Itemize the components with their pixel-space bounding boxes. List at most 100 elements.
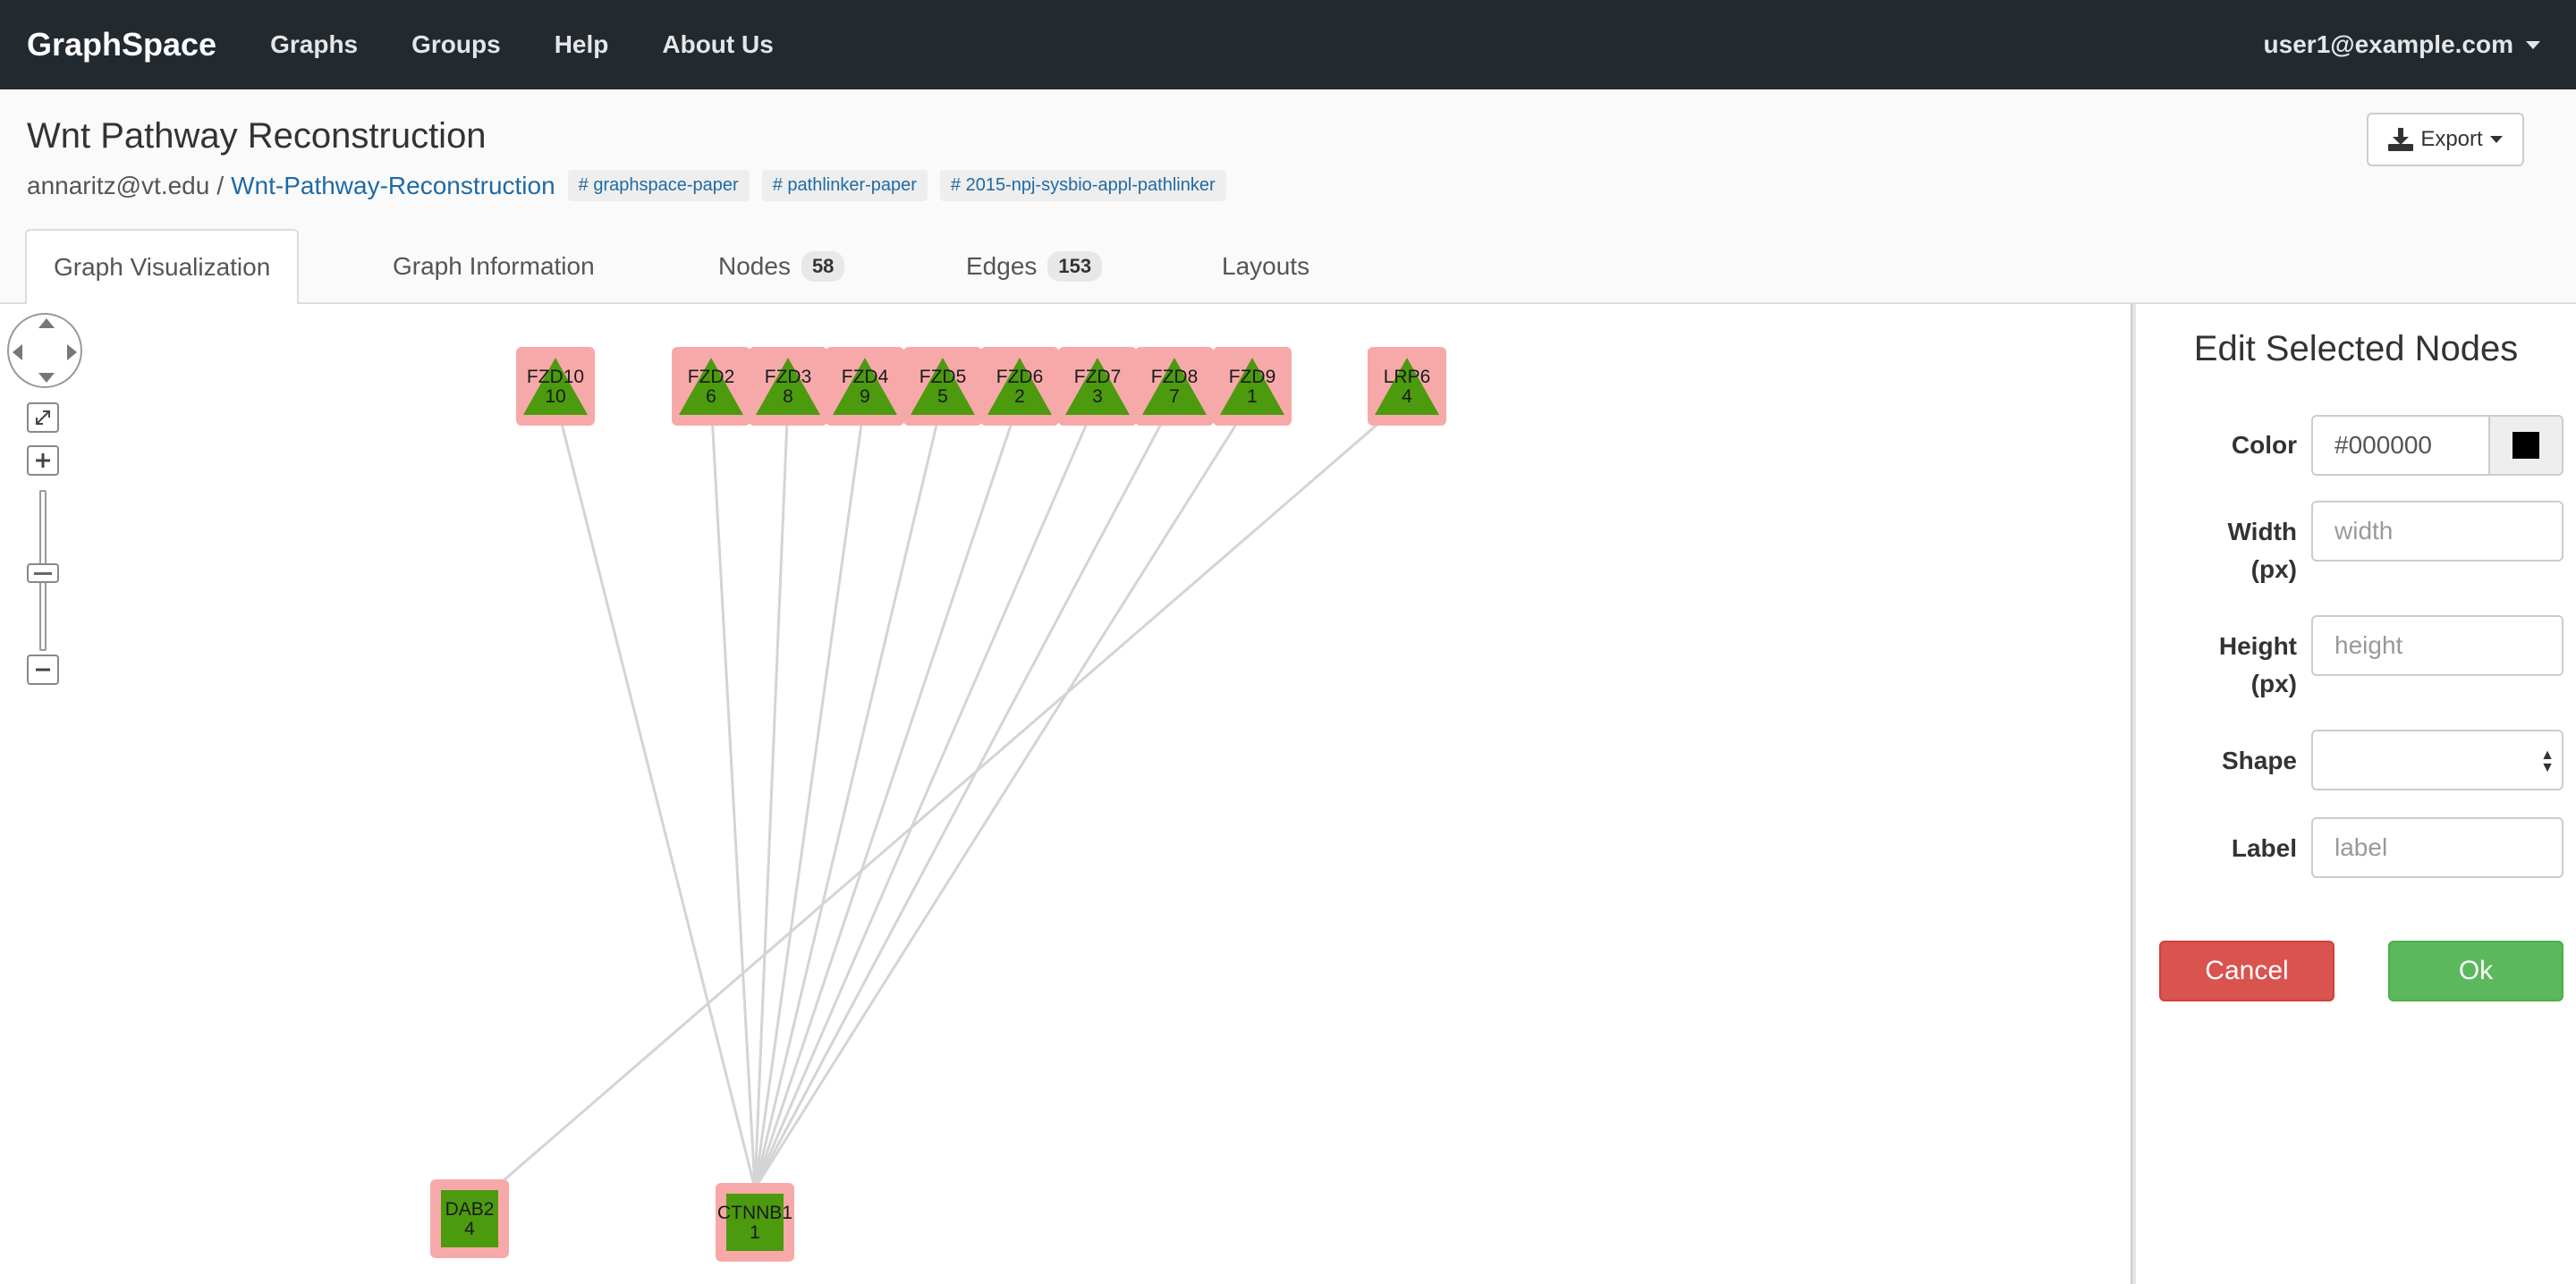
edit-selected-nodes-panel: Edit Selected Nodes Color #000000 Width … [2136, 304, 2576, 1284]
graph-edge[interactable] [554, 398, 757, 1189]
nav-graphs[interactable]: Graphs [270, 30, 358, 59]
color-input[interactable]: #000000 [2311, 415, 2563, 476]
graph-node-lrp6[interactable]: LRP64 [1368, 347, 1446, 426]
tag-graphspace-paper[interactable]: # graphspace-paper [567, 170, 750, 201]
tab-graph-information[interactable]: Graph Information [393, 229, 595, 304]
pan-down-icon[interactable] [38, 373, 55, 383]
graph-node-fzd4[interactable]: FZD49 [826, 347, 904, 426]
tab-label: Graph Visualization [54, 253, 271, 281]
edges-count-badge: 153 [1047, 251, 1103, 282]
graph-edge[interactable] [753, 398, 1254, 1189]
graph-edge[interactable] [753, 398, 1176, 1189]
graph-node-fzd3[interactable]: FZD38 [749, 347, 827, 426]
width-input[interactable] [2311, 501, 2563, 562]
fit-button[interactable] [27, 402, 59, 433]
zoom-in-button[interactable] [27, 445, 59, 476]
color-value: #000000 [2334, 431, 2433, 459]
tab-layouts[interactable]: Layouts [1222, 229, 1309, 304]
height-input[interactable] [2311, 615, 2563, 676]
page-title: Wnt Pathway Reconstruction [27, 116, 487, 156]
tab-nodes[interactable]: Nodes 58 [718, 229, 845, 304]
graph-node-fzd8[interactable]: FZD87 [1135, 347, 1214, 426]
top-navbar: GraphSpace Graphs Groups Help About Us u… [0, 0, 2576, 89]
graph-drawing[interactable]: FZD1010FZD26FZD38FZD49FZD55FZD62FZD73FZD… [0, 304, 2131, 1284]
export-label: Export [2420, 127, 2483, 151]
node-rank: 5 [937, 386, 948, 407]
graph-node-fzd10[interactable]: FZD1010 [516, 347, 595, 426]
graph-node-ctnnb1[interactable]: CTNNB11 [716, 1183, 794, 1262]
node-label: FZD10 [527, 367, 584, 387]
export-button[interactable]: Export [2367, 113, 2524, 166]
node-label: FZD8 [1151, 367, 1199, 387]
edges-layer [469, 397, 1408, 1212]
panel-title: Edit Selected Nodes [2193, 329, 2519, 368]
width-label-text: Width [2227, 518, 2298, 545]
pan-right-icon[interactable] [67, 344, 77, 360]
height-label-unit: (px) [2250, 670, 2297, 697]
graph-edge[interactable] [753, 398, 1099, 1189]
color-picker-button[interactable] [2488, 417, 2562, 474]
caret-down-icon [2489, 136, 2503, 143]
cancel-button[interactable]: Cancel [2159, 941, 2334, 1001]
nav-help[interactable]: Help [555, 30, 609, 59]
tag-2015-npj[interactable]: # 2015-npj-sysbio-appl-pathlinker [939, 170, 1226, 201]
node-label: FZD2 [688, 367, 735, 387]
zoom-slider-handle[interactable] [27, 563, 59, 583]
shape-select[interactable]: ▲ ▼ [2311, 730, 2563, 790]
graph-tabs: Graph Visualization Graph Information No… [0, 229, 2576, 306]
label-input[interactable] [2311, 817, 2563, 878]
node-rank: 9 [860, 386, 870, 407]
graph-node-fzd7[interactable]: FZD73 [1058, 347, 1137, 426]
nodes-count-badge: 58 [801, 251, 845, 282]
node-label: FZD4 [842, 367, 889, 387]
node-label: LRP6 [1384, 367, 1431, 387]
select-arrows-icon: ▲ ▼ [2540, 748, 2555, 775]
graph-canvas[interactable]: FZD10 10 FZD2 6 FZD3 8 FZD4 9 FZD5 5 FZD6 2 FZD7 3 FZD… [0, 304, 2131, 1284]
pan-up-icon[interactable] [38, 318, 55, 328]
graph-owner: annaritz@vt.edu [27, 171, 210, 199]
tab-edges[interactable]: Edges 153 [966, 229, 1103, 304]
tab-label: Nodes [718, 252, 791, 280]
pan-control[interactable] [7, 313, 82, 388]
graph-name-link[interactable]: Wnt-Pathway-Reconstruction [231, 172, 555, 200]
shape-label: Shape [2221, 747, 2297, 774]
brand-logo[interactable]: GraphSpace [27, 26, 216, 63]
height-label: Height (px) [2136, 628, 2297, 703]
node-rank: 4 [1402, 386, 1412, 407]
tag-label: pathlinker-paper [787, 175, 917, 195]
graph-node-fzd9[interactable]: FZD91 [1213, 347, 1292, 426]
node-rank: 7 [1169, 386, 1180, 407]
expand-icon [36, 410, 50, 425]
node-label: FZD3 [765, 367, 812, 387]
graph-node-fzd5[interactable]: FZD55 [903, 347, 982, 426]
graph-edge[interactable] [469, 397, 1408, 1212]
tab-label: Edges [966, 252, 1038, 280]
node-rank: 2 [1014, 386, 1025, 407]
zoom-out-button[interactable] [27, 655, 59, 685]
graph-edge[interactable] [709, 398, 757, 1189]
ok-button[interactable]: Ok [2388, 941, 2563, 1001]
breadcrumb-separator: / [216, 171, 225, 199]
tab-graph-visualization[interactable]: Graph Visualization [25, 229, 300, 306]
node-rank: 3 [1092, 386, 1103, 407]
nav-about-us[interactable]: About Us [662, 30, 773, 59]
nav-groups[interactable]: Groups [411, 30, 501, 59]
width-label-unit: (px) [2250, 555, 2297, 583]
color-swatch [2512, 432, 2539, 459]
graph-node-fzd6[interactable]: FZD62 [980, 347, 1059, 426]
user-menu[interactable]: user1@example.com [2264, 0, 2540, 89]
breadcrumb: annaritz@vt.edu / Wnt-Pathway-Reconstruc… [27, 170, 1226, 201]
graph-node-dab2[interactable]: DAB24 [430, 1179, 509, 1258]
tag-label: 2015-npj-sysbio-appl-pathlinker [965, 175, 1216, 195]
node-rank: 4 [464, 1219, 475, 1239]
user-email: user1@example.com [2263, 30, 2513, 58]
node-label: FZD7 [1074, 367, 1122, 387]
node-label: FZD6 [996, 367, 1044, 387]
graph-edge[interactable] [753, 398, 1021, 1189]
height-label-text: Height [2218, 632, 2297, 660]
tag-pathlinker-paper[interactable]: # pathlinker-paper [761, 170, 928, 201]
label-label: Label [2231, 834, 2297, 862]
graph-node-fzd2[interactable]: FZD26 [672, 347, 750, 426]
pan-left-icon[interactable] [13, 344, 22, 360]
tab-label: Graph Information [393, 252, 595, 280]
